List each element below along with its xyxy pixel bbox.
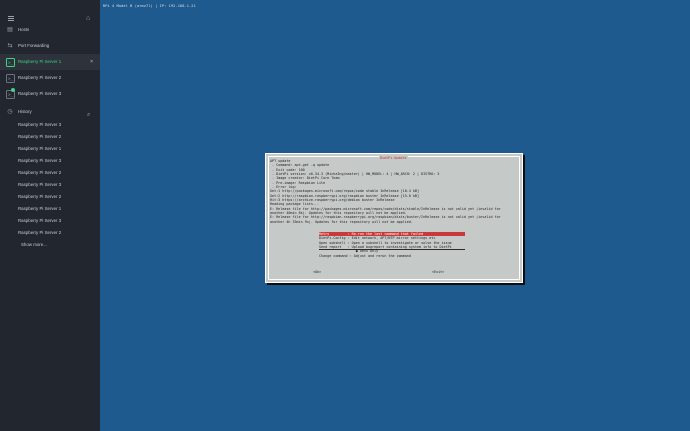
server-tab-1[interactable]: >_ Raspberry Pi Server 1 × bbox=[0, 54, 100, 70]
menu-item-key: Change command bbox=[319, 253, 348, 258]
menu-item-desc: : Adjust and rerun the command bbox=[349, 253, 411, 258]
dialog-buttons: <Ok> <Exit> bbox=[266, 270, 522, 275]
server-tab-label: Raspberry Pi Server 3 bbox=[18, 91, 62, 96]
server-tab-label: Raspberry Pi Server 2 bbox=[18, 75, 62, 80]
close-icon[interactable]: × bbox=[90, 54, 93, 70]
history-list: Raspberry Pi Server 3 Raspberry Pi Serve… bbox=[0, 119, 100, 251]
history-item[interactable]: Raspberry Pi Server 1 bbox=[0, 143, 100, 155]
server-tab-3[interactable]: >_ Raspberry Pi Server 3 bbox=[0, 86, 100, 102]
search-icon[interactable]: ⌕ bbox=[87, 108, 90, 122]
terminal-icon: >_ bbox=[6, 57, 15, 67]
history-item[interactable]: Raspberry Pi Server 3 bbox=[0, 215, 100, 227]
history-icon: ◷ bbox=[7, 109, 13, 115]
port-forwarding-icon: ⇆ bbox=[7, 43, 13, 49]
server-tab-label: Raspberry Pi Server 1 bbox=[18, 59, 62, 64]
terminal-icon: >_ bbox=[6, 73, 15, 83]
history-item[interactable]: Raspberry Pi Server 2 bbox=[0, 191, 100, 203]
history-item[interactable]: Raspberry Pi Server 3 bbox=[0, 119, 100, 131]
server-tab-2[interactable]: >_ Raspberry Pi Server 2 bbox=[0, 70, 100, 86]
history-item[interactable]: Raspberry Pi Server 2 bbox=[0, 227, 100, 239]
menu-item-change-command[interactable]: Change command : Adjust and rerun the co… bbox=[319, 254, 465, 258]
history-header: ◷ History ⌕ bbox=[0, 105, 100, 119]
hosts-icon: ▤ bbox=[7, 27, 13, 33]
history-item[interactable]: Raspberry Pi Server 1 bbox=[0, 203, 100, 215]
menu-separator bbox=[319, 249, 465, 250]
nav-port-forwarding-label: Port Forwarding bbox=[18, 43, 50, 48]
terminal-status-line: RPi 4 Model B (armv7l) | IP: 192.168.1.2… bbox=[103, 4, 196, 8]
dietpi-update-dialog: DietPi-Update APT update - Command: apt-… bbox=[265, 153, 523, 283]
history-item[interactable]: Raspberry Pi Server 3 bbox=[0, 155, 100, 167]
sidebar: ⌂ ▤ Hosts ⇆ Port Forwarding >_ Raspberry… bbox=[0, 0, 100, 431]
log-line: another 4h 33min 9s). Updates for this r… bbox=[270, 219, 413, 224]
show-more-link[interactable]: Show more... bbox=[0, 239, 100, 251]
dialog-menu: Retry : Re-run the last command that fai… bbox=[319, 232, 465, 258]
ok-button[interactable]: <Ok> bbox=[313, 270, 321, 275]
nav-port-forwarding[interactable]: ⇆ Port Forwarding bbox=[0, 38, 100, 54]
nav-hosts-label: Hosts bbox=[18, 27, 30, 32]
history-item[interactable]: Raspberry Pi Server 2 bbox=[0, 131, 100, 143]
dialog-log: APT update - Command: apt-get -q update … bbox=[270, 159, 522, 224]
status-dot bbox=[11, 88, 15, 92]
history-item[interactable]: Raspberry Pi Server 2 bbox=[0, 167, 100, 179]
history-label: History bbox=[18, 109, 32, 114]
history-item[interactable]: Raspberry Pi Server 3 bbox=[0, 179, 100, 191]
sidebar-header: ⌂ bbox=[0, 0, 100, 22]
exit-button[interactable]: <Exit> bbox=[432, 270, 444, 275]
home-icon[interactable]: ⌂ bbox=[86, 15, 90, 22]
nav-hosts[interactable]: ▤ Hosts bbox=[0, 22, 100, 38]
